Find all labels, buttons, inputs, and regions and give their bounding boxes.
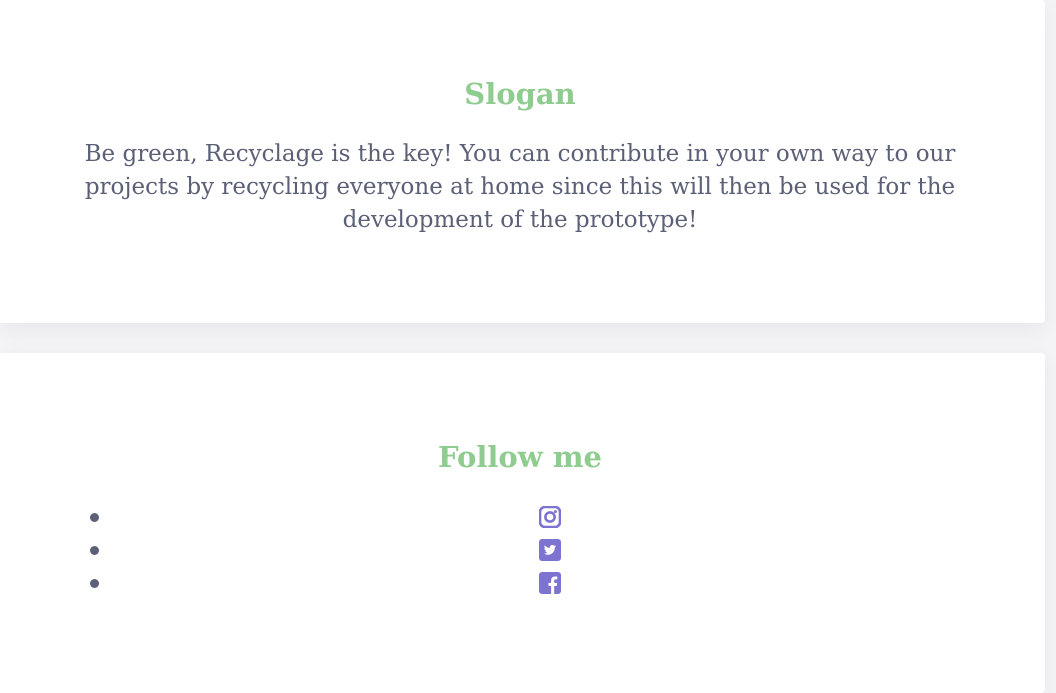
instagram-link[interactable] — [539, 506, 561, 528]
social-list-item-facebook — [0, 567, 1040, 600]
social-list-item-twitter — [0, 534, 1040, 567]
slogan-section: Slogan Be green, Recyclage is the key! Y… — [0, 0, 1045, 323]
slogan-title: Slogan — [464, 77, 576, 111]
list-bullet — [90, 546, 99, 555]
slogan-text: Be green, Recyclage is the key! You can … — [84, 141, 956, 233]
twitter-icon — [539, 539, 561, 561]
social-list-item-instagram — [0, 501, 1040, 534]
twitter-link[interactable] — [539, 539, 561, 561]
facebook-icon — [539, 572, 561, 594]
facebook-link[interactable] — [539, 572, 561, 594]
list-bullet — [90, 579, 99, 588]
social-links-list — [0, 501, 1040, 600]
follow-section: Follow me — [0, 353, 1045, 693]
follow-title: Follow me — [438, 440, 602, 474]
instagram-icon — [539, 506, 561, 528]
list-bullet — [90, 513, 99, 522]
